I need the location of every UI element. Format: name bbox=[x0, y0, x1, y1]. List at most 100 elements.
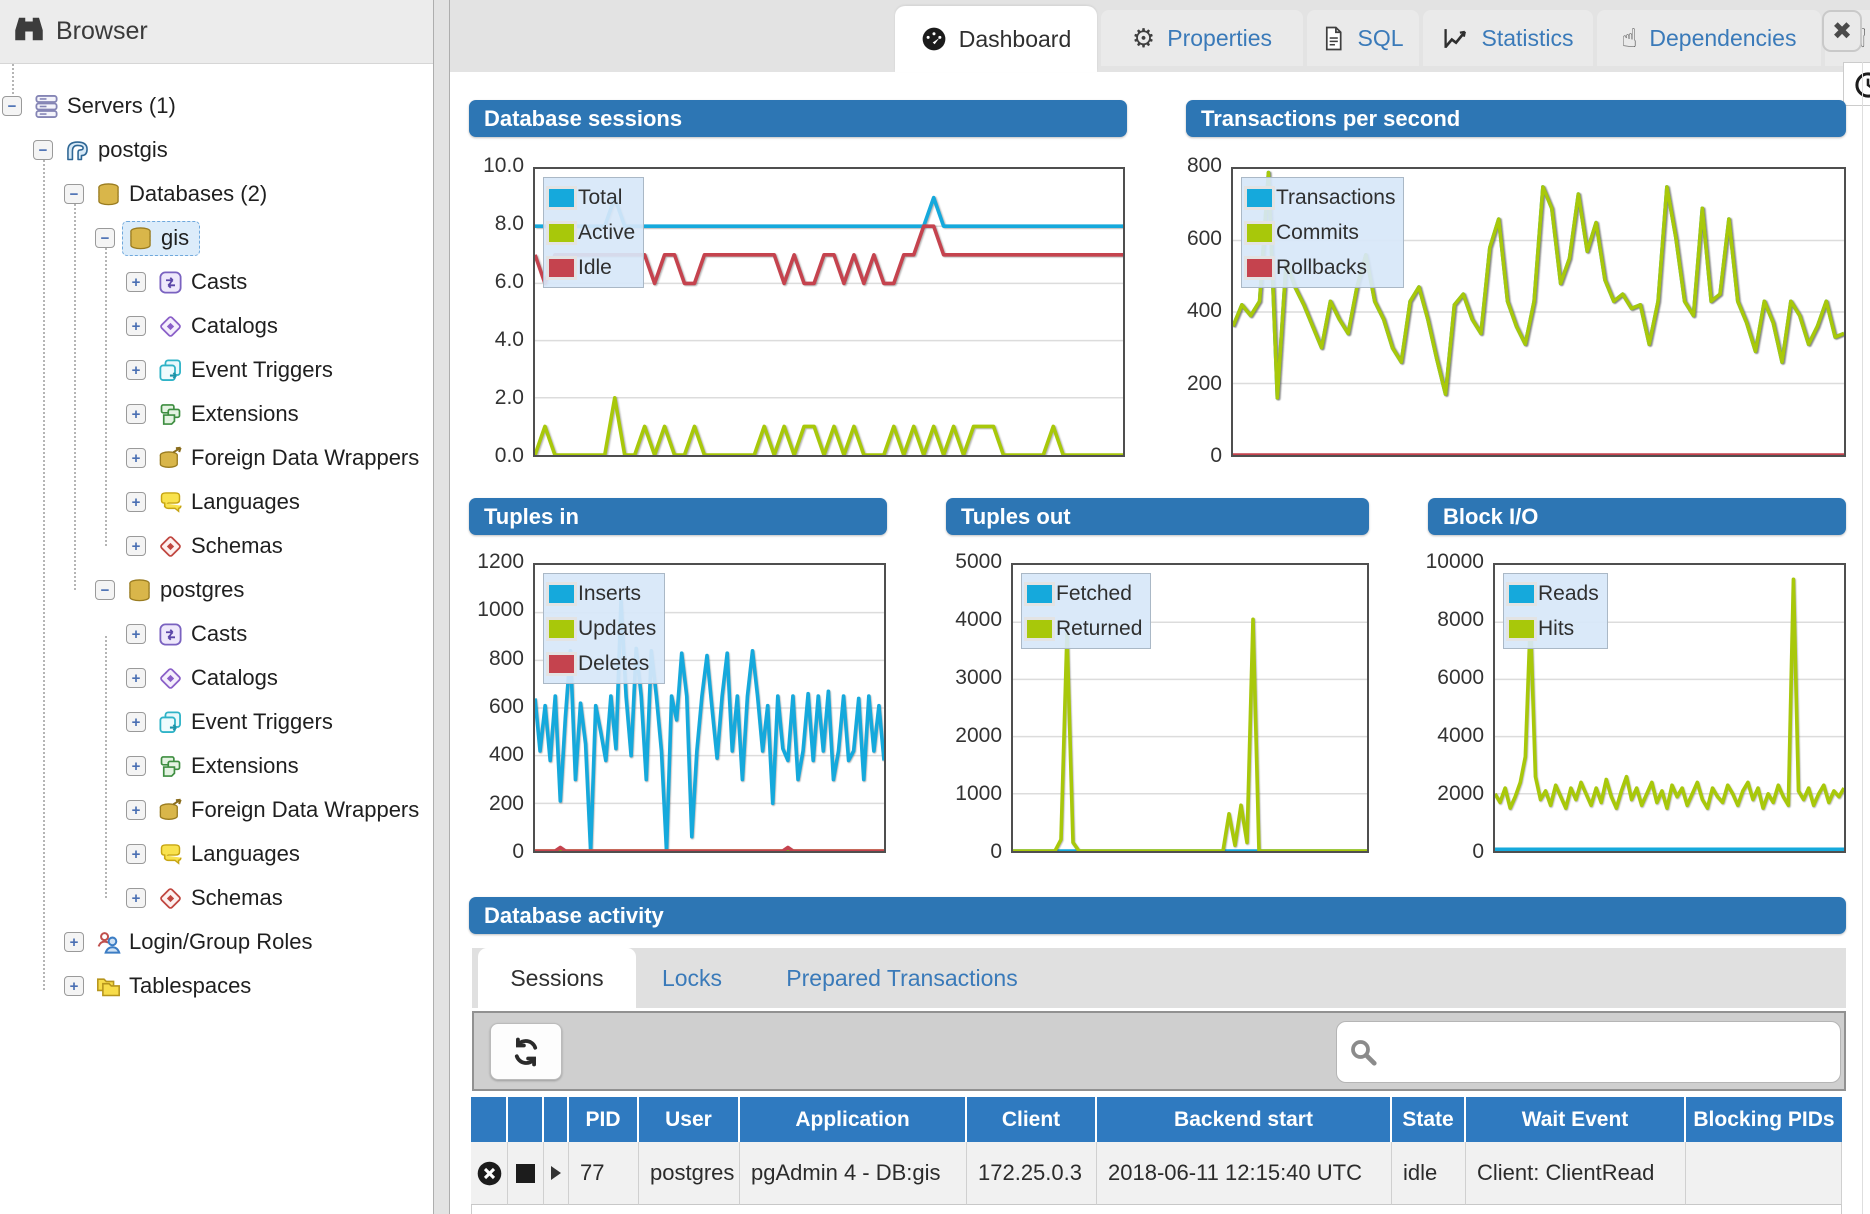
tree-item-catalogs[interactable]: +Catalogs bbox=[126, 656, 278, 700]
y-axis-tick: 400 bbox=[1158, 299, 1222, 325]
tree-item-label: Schemas bbox=[191, 533, 283, 559]
expand-icon[interactable]: + bbox=[126, 712, 146, 732]
expand-icon[interactable]: + bbox=[126, 888, 146, 908]
panel-header-tuples-in: Tuples in bbox=[469, 498, 887, 535]
tree-item-casts[interactable]: +Casts bbox=[126, 260, 247, 304]
tree-item-catalogs[interactable]: +Catalogs bbox=[126, 304, 278, 348]
activity-tab-sessions[interactable]: Sessions bbox=[478, 948, 636, 1008]
tab-sql[interactable]: SQL bbox=[1307, 10, 1419, 66]
expand-icon[interactable]: + bbox=[126, 844, 146, 864]
expand-icon[interactable]: + bbox=[126, 624, 146, 644]
refresh-button[interactable] bbox=[490, 1023, 562, 1080]
panel-title: Block I/O bbox=[1443, 504, 1538, 530]
tree-item-label: Languages bbox=[191, 841, 300, 867]
catalogs-icon bbox=[157, 313, 184, 340]
tree-item-languages[interactable]: + Languages bbox=[126, 832, 300, 876]
legend-label: Commits bbox=[1276, 221, 1359, 245]
tree-item-foreign-data-wrappers[interactable]: +Foreign Data Wrappers bbox=[126, 788, 419, 832]
tree-item-tablespaces[interactable]: +Tablespaces bbox=[64, 964, 251, 1008]
legend-entry: Returned bbox=[1024, 611, 1142, 646]
legend-swatch-icon bbox=[1506, 617, 1537, 641]
expand-icon[interactable]: + bbox=[126, 360, 146, 380]
tree-item-label: Login/Group Roles bbox=[129, 929, 312, 955]
panel-title: Tuples in bbox=[484, 504, 579, 530]
tree-item-gis[interactable]: −gis bbox=[95, 216, 200, 260]
column-header-user: User bbox=[639, 1097, 740, 1142]
expand-icon[interactable]: + bbox=[126, 800, 146, 820]
search-input[interactable] bbox=[1336, 1021, 1841, 1083]
expand-icon[interactable]: + bbox=[126, 756, 146, 776]
tab-label: Dependencies bbox=[1649, 25, 1796, 52]
expand-icon[interactable]: + bbox=[126, 536, 146, 556]
legend-swatch-icon bbox=[546, 256, 577, 280]
collapse-icon[interactable]: − bbox=[64, 184, 84, 204]
y-axis-tick: 1000 bbox=[460, 598, 524, 624]
tree-item-servers-1[interactable]: −Servers (1) bbox=[2, 84, 176, 128]
roles-icon bbox=[95, 929, 122, 956]
tab-statistics[interactable]: Statistics bbox=[1423, 10, 1593, 66]
expand-icon[interactable]: + bbox=[126, 448, 146, 468]
expand-icon[interactable]: + bbox=[64, 932, 84, 952]
tuples-in-chart: 020040060080010001200InsertsUpdatesDelet… bbox=[460, 563, 886, 853]
expand-icon[interactable]: + bbox=[126, 668, 146, 688]
tree-item-languages[interactable]: +Languages bbox=[126, 480, 300, 524]
chart-legend: FetchedReturned bbox=[1021, 573, 1151, 649]
object-browser-tree: −Servers (1)−postgis−Databases (2)−gis+C… bbox=[0, 0, 433, 1214]
tree-item-postgres[interactable]: −postgres bbox=[95, 568, 244, 612]
expand-row-icon[interactable] bbox=[544, 1142, 569, 1205]
tab-properties[interactable]: ⚙Properties bbox=[1101, 10, 1303, 66]
tree-item-login-group-roles[interactable]: + Login/Group Roles bbox=[64, 920, 312, 964]
chart-plot-area: InsertsUpdatesDeletes bbox=[533, 563, 886, 853]
tab-dependencies[interactable]: ☝Dependencies bbox=[1597, 10, 1821, 66]
tab-bar: Dashboard⚙PropertiesSQLStatistics☝Depend… bbox=[450, 0, 1870, 72]
chart-legend: Total Active Idle bbox=[543, 177, 644, 288]
close-panel-button[interactable]: ✖ bbox=[1822, 10, 1862, 52]
expand-icon[interactable]: + bbox=[126, 272, 146, 292]
legend-label: Active bbox=[578, 221, 635, 245]
cell-state: idle bbox=[1392, 1142, 1466, 1205]
tree-item-databases-2[interactable]: −Databases (2) bbox=[64, 172, 267, 216]
collapse-icon[interactable]: − bbox=[95, 228, 115, 248]
tab-dashboard[interactable]: Dashboard bbox=[895, 6, 1097, 72]
y-axis-tick: 2000 bbox=[938, 724, 1002, 750]
terminate-session-icon[interactable] bbox=[508, 1142, 544, 1205]
collapse-icon[interactable]: − bbox=[95, 580, 115, 600]
foreign-data-wrapper-icon bbox=[157, 445, 184, 472]
tree-guide-line bbox=[105, 636, 107, 898]
tree-item-postgis[interactable]: −postgis bbox=[33, 128, 168, 172]
y-axis-tick: 400 bbox=[460, 743, 524, 769]
y-axis-tick: 5000 bbox=[938, 550, 1002, 576]
clock-icon[interactable] bbox=[1843, 62, 1870, 106]
cell-pid: 77 bbox=[569, 1142, 639, 1205]
collapse-icon[interactable]: − bbox=[33, 140, 53, 160]
column-header-control bbox=[471, 1097, 508, 1142]
column-header-wait-event: Wait Event bbox=[1466, 1097, 1686, 1142]
legend-label: Idle bbox=[578, 256, 612, 280]
tree-item-schemas[interactable]: +Schemas bbox=[126, 876, 283, 920]
chart-icon bbox=[1442, 26, 1469, 51]
chart-legend: InsertsUpdatesDeletes bbox=[543, 573, 665, 684]
panel-splitter[interactable] bbox=[433, 0, 450, 1214]
cell-user: postgres bbox=[639, 1142, 740, 1205]
tree-item-label: Foreign Data Wrappers bbox=[191, 445, 419, 471]
legend-entry: Total bbox=[546, 180, 635, 215]
expand-icon[interactable]: + bbox=[126, 492, 146, 512]
expand-icon[interactable]: + bbox=[126, 316, 146, 336]
legend-label: Reads bbox=[1538, 582, 1599, 606]
cancel-query-icon[interactable] bbox=[471, 1142, 508, 1205]
tree-item-event-triggers[interactable]: +Event Triggers bbox=[126, 348, 333, 392]
tree-item-schemas[interactable]: + Schemas bbox=[126, 524, 283, 568]
tree-item-extensions[interactable]: +Extensions bbox=[126, 392, 299, 436]
tree-item-casts[interactable]: +Casts bbox=[126, 612, 247, 656]
activity-tab-locks[interactable]: Locks bbox=[632, 948, 752, 1008]
legend-swatch-icon bbox=[1024, 582, 1055, 606]
legend-label: Hits bbox=[1538, 617, 1574, 641]
expand-icon[interactable]: + bbox=[126, 404, 146, 424]
collapse-icon[interactable]: − bbox=[2, 96, 22, 116]
panel-header-database-activity: Database activity bbox=[469, 897, 1846, 934]
activity-tab-prepared-transactions[interactable]: Prepared Transactions bbox=[762, 948, 1042, 1008]
tree-item-event-triggers[interactable]: +Event Triggers bbox=[126, 700, 333, 744]
tree-item-extensions[interactable]: +Extensions bbox=[126, 744, 299, 788]
tree-item-foreign-data-wrappers[interactable]: + Foreign Data Wrappers bbox=[126, 436, 419, 480]
expand-icon[interactable]: + bbox=[64, 976, 84, 996]
